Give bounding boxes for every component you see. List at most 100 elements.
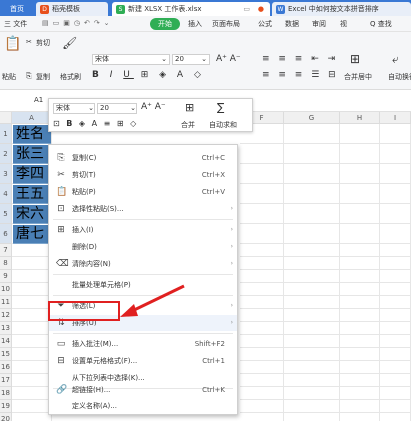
grid-cell[interactable]	[240, 270, 284, 283]
align-top-buttons[interactable]: ≡ ≡ ≡ ⇤ ⇥	[262, 54, 338, 64]
row-header[interactable]: 12	[0, 309, 12, 322]
row-header[interactable]: 11	[0, 296, 12, 309]
grid-cell[interactable]	[240, 322, 284, 335]
grid-cell[interactable]	[284, 244, 340, 257]
copy-label[interactable]: 复制	[36, 72, 50, 82]
grid-cell[interactable]	[380, 374, 411, 387]
row-header[interactable]: 8	[0, 257, 12, 270]
grid-cell[interactable]	[284, 322, 340, 335]
search-menu[interactable]: Q 查找	[370, 19, 392, 29]
grid-cell[interactable]	[240, 413, 284, 421]
grid-cell[interactable]	[380, 244, 411, 257]
paste-icon[interactable]: 📋	[4, 36, 21, 52]
name-cell[interactable]: 唐七	[13, 225, 51, 244]
tab-home[interactable]: 首页	[0, 2, 34, 16]
grid-cell[interactable]	[284, 413, 340, 421]
grid-cell[interactable]	[380, 335, 411, 348]
cell-a[interactable]	[12, 257, 52, 270]
cut-label[interactable]: 剪切	[36, 38, 50, 48]
row-header[interactable]: 4	[0, 184, 12, 204]
paste-label[interactable]: 粘贴	[2, 72, 16, 82]
grid-cell[interactable]	[380, 348, 411, 361]
grid-cell[interactable]	[240, 204, 284, 224]
grid-cell[interactable]	[340, 184, 380, 204]
grid-cell[interactable]	[340, 164, 380, 184]
menu-cut[interactable]: ✂ 剪切(T) Ctrl+X	[49, 167, 237, 183]
menu-format-cells[interactable]: ⊟ 设置单元格格式(F)... Ctrl+1	[49, 353, 237, 369]
row-header[interactable]: 2	[0, 144, 12, 164]
grid-cell[interactable]	[284, 296, 340, 309]
menu-insert[interactable]: ⊞ 插入(I) ›	[49, 222, 237, 238]
grid-cell[interactable]	[240, 348, 284, 361]
cell-a[interactable]	[12, 361, 52, 374]
row-header[interactable]: 6	[0, 224, 12, 244]
grid-cell[interactable]	[380, 296, 411, 309]
row-header[interactable]: 5	[0, 204, 12, 224]
grid-cell[interactable]	[240, 244, 284, 257]
autosum-icon[interactable]: ∑	[217, 101, 224, 114]
wrap-label[interactable]: 自动换行	[388, 72, 411, 82]
grid-cell[interactable]	[240, 361, 284, 374]
monitor-icon[interactable]: ▭	[243, 5, 250, 13]
grid-cell[interactable]	[380, 204, 411, 224]
menu-hyperlink[interactable]: 🔗 超链接(H)... Ctrl+K	[49, 383, 237, 397]
grid-cell[interactable]	[240, 335, 284, 348]
row-header[interactable]: 13	[0, 322, 12, 335]
menu-copy[interactable]: ⎘ 复制(C) Ctrl+C	[49, 150, 237, 166]
grid-cell[interactable]	[340, 224, 380, 244]
menu-paste-special[interactable]: ⊡ 选择性粘贴(S)... ›	[49, 201, 237, 217]
tab-docer-templates[interactable]: D 稻壳模板	[36, 2, 108, 16]
font-size-select[interactable]: 20 ⌄	[172, 54, 210, 65]
grid-cell[interactable]	[380, 283, 411, 296]
menu-insert[interactable]: 插入	[188, 19, 202, 29]
menu-clear-contents[interactable]: ⌫ 清除内容(N) ›	[49, 256, 237, 272]
cell-a[interactable]	[12, 283, 52, 296]
cell-a[interactable]	[12, 322, 52, 335]
grid-cell[interactable]	[380, 144, 411, 164]
grid-cell[interactable]	[284, 374, 340, 387]
grid-cell[interactable]	[284, 144, 340, 164]
font-style-buttons[interactable]: B I U ⊞ ◈ A ◇	[92, 70, 205, 80]
name-cell[interactable]: 李四	[13, 165, 51, 184]
grid-cell[interactable]	[284, 204, 340, 224]
grid-cell[interactable]	[284, 164, 340, 184]
grid-cell[interactable]	[380, 413, 411, 421]
cell-a[interactable]	[12, 413, 52, 421]
row-header[interactable]: 18	[0, 387, 12, 400]
cell-a[interactable]	[12, 387, 52, 400]
grid-cell[interactable]	[340, 309, 380, 322]
grid-cell[interactable]	[284, 224, 340, 244]
grid-cell[interactable]	[340, 322, 380, 335]
grid-cell[interactable]	[240, 257, 284, 270]
col-header-i[interactable]: I	[380, 112, 411, 124]
cell-reference[interactable]: A1	[34, 96, 43, 104]
grid-cell[interactable]	[340, 387, 380, 400]
cell-a[interactable]	[12, 335, 52, 348]
name-cell[interactable]: 张三	[13, 145, 51, 164]
grid-cell[interactable]	[284, 348, 340, 361]
autosum-label[interactable]: 自动求和	[209, 120, 237, 130]
grid-cell[interactable]	[240, 374, 284, 387]
format-painter-icon[interactable]: 🖌	[62, 36, 77, 50]
name-cell[interactable]: 姓名	[13, 125, 51, 144]
grid-cell[interactable]	[340, 283, 380, 296]
grid-cell[interactable]	[380, 400, 411, 413]
row-header[interactable]: 9	[0, 270, 12, 283]
row-header[interactable]: 19	[0, 400, 12, 413]
grid-cell[interactable]	[380, 322, 411, 335]
menu-insert-comment[interactable]: ▭ 插入批注(M)... Shift+F2	[49, 336, 237, 352]
grid-cell[interactable]	[380, 387, 411, 400]
wrap-icon[interactable]: ⤶	[392, 52, 399, 67]
mini-merge-icon[interactable]: ⊞	[185, 101, 194, 114]
menu-page-layout[interactable]: 页面布局	[212, 19, 240, 29]
menu-view[interactable]: 视	[340, 19, 347, 29]
tab-article[interactable]: W Excel 中如何按文本拼音排序	[272, 2, 411, 16]
grid-cell[interactable]	[240, 184, 284, 204]
grid-cell[interactable]	[240, 283, 284, 296]
name-cell[interactable]: 宋六	[13, 205, 51, 224]
row-header[interactable]: 16	[0, 361, 12, 374]
grid-cell[interactable]	[240, 164, 284, 184]
mini-format-buttons[interactable]: ⊡ B ◈ A ≡ ⊞ ◇	[53, 119, 138, 128]
menu-data[interactable]: 数据	[285, 19, 299, 29]
cut-icon[interactable]: ✂	[26, 38, 32, 46]
